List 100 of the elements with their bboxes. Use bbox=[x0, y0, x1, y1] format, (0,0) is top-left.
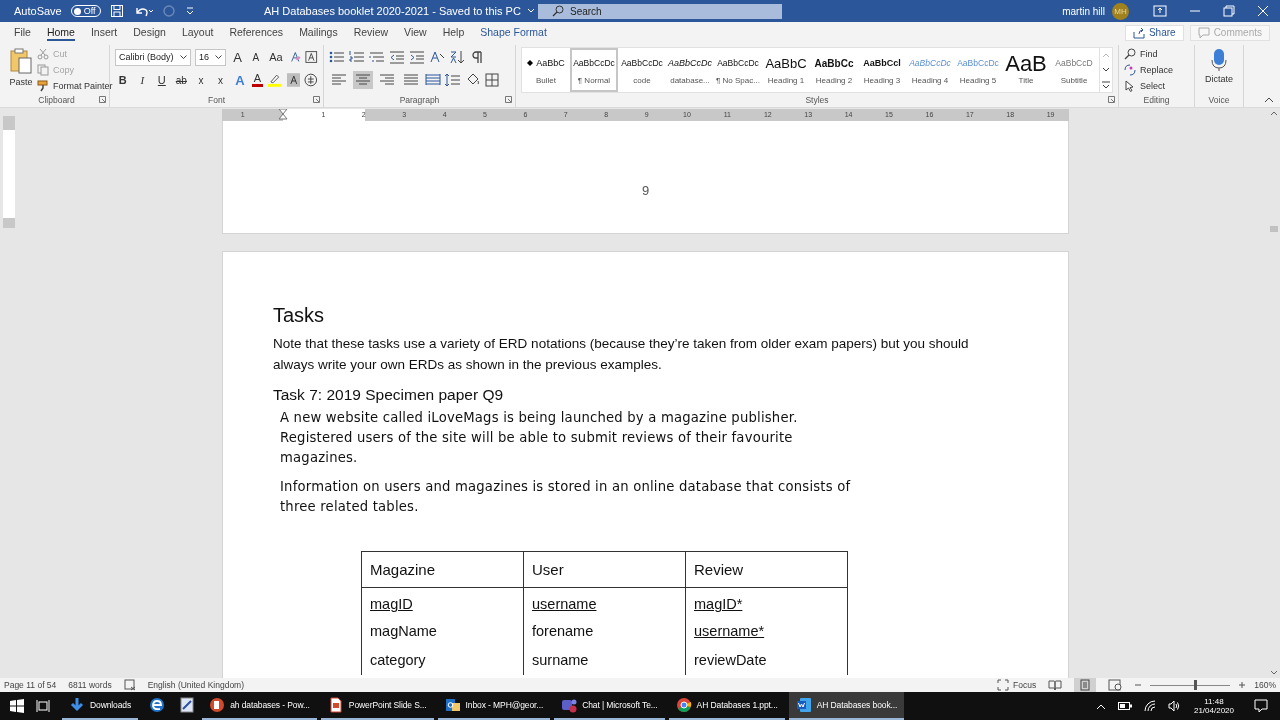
close-icon[interactable] bbox=[1257, 5, 1269, 17]
dialog-launcher-icon[interactable] bbox=[99, 96, 106, 103]
clock-time[interactable]: 11:48 bbox=[1204, 697, 1224, 706]
dictate-button[interactable]: Dictate bbox=[1200, 45, 1238, 93]
ribbon-tab[interactable]: Help bbox=[434, 22, 473, 43]
bullet-list-icon[interactable] bbox=[329, 50, 345, 64]
dialog-launcher-icon[interactable] bbox=[505, 96, 512, 103]
zoom-in-icon[interactable] bbox=[1238, 681, 1247, 689]
style-item[interactable]: AaBbCc Heading 2 bbox=[810, 48, 858, 92]
enclose-character-icon[interactable] bbox=[304, 73, 319, 87]
zoom-level[interactable]: 160% bbox=[1254, 680, 1276, 690]
focus-button[interactable]: Focus bbox=[997, 679, 1037, 691]
paint-bucket-icon[interactable] bbox=[465, 73, 481, 87]
style-item[interactable]: AaBbC Heading 1 bbox=[762, 48, 810, 92]
read-mode-icon[interactable] bbox=[1048, 679, 1063, 691]
sort-icon[interactable] bbox=[449, 50, 465, 64]
style-item[interactable]: AaBbCcDc database... bbox=[666, 48, 714, 92]
shrink-font-button[interactable]: A bbox=[248, 51, 263, 63]
font-size-field[interactable]: 16 bbox=[195, 48, 227, 66]
chevron-up-icon[interactable] bbox=[1095, 702, 1106, 710]
taskbar-button[interactable]: Downloads bbox=[62, 692, 139, 720]
battery-icon[interactable] bbox=[1117, 702, 1132, 710]
language-label[interactable]: English (United Kingdom) bbox=[147, 680, 245, 690]
ribbon-tab[interactable]: Layout bbox=[173, 22, 222, 43]
italic-button[interactable]: I bbox=[134, 74, 151, 86]
paste-button[interactable]: Paste bbox=[9, 45, 33, 93]
line-spacing-icon[interactable] bbox=[445, 73, 461, 87]
taskbar-button[interactable]: Inbox - MPH@geor... bbox=[437, 692, 551, 720]
style-item[interactable]: AaBbCcDc Heading 5 bbox=[954, 48, 1002, 92]
select-button[interactable]: Select bbox=[1124, 79, 1174, 93]
taskbar-button[interactable]: ah databases - Pow... bbox=[202, 692, 317, 720]
font-color-button[interactable]: A bbox=[251, 73, 264, 87]
dialog-launcher-icon[interactable] bbox=[313, 96, 320, 103]
print-layout-icon[interactable] bbox=[1080, 679, 1091, 691]
dialog-launcher-icon[interactable] bbox=[1108, 96, 1115, 103]
ribbon-tab[interactable]: File bbox=[6, 22, 39, 43]
taskbar-button[interactable]: AH Databases book... bbox=[788, 692, 905, 720]
collapse-ribbon-icon[interactable] bbox=[1264, 96, 1274, 104]
ribbon-tab[interactable]: Design bbox=[125, 22, 174, 43]
ribbon-tab[interactable]: Review bbox=[345, 22, 397, 43]
style-item[interactable]: AaBbCcD Subtitle bbox=[1050, 48, 1098, 92]
format-painter-button[interactable]: Format Painter bbox=[37, 79, 113, 93]
web-layout-icon[interactable] bbox=[1108, 679, 1123, 691]
text-direction-icon[interactable] bbox=[429, 50, 445, 64]
clock-date[interactable]: 21/04/2020 bbox=[1193, 706, 1234, 715]
taskbar-button[interactable]: PowerPoint Slide S... bbox=[320, 692, 434, 720]
text-effects-button[interactable]: A bbox=[232, 72, 248, 88]
page-count[interactable]: Page 11 of 54 bbox=[4, 680, 57, 690]
caret-icon[interactable] bbox=[526, 8, 535, 14]
style-item[interactable]: AaBbC Bullet bbox=[522, 48, 570, 92]
indent-marker-icon[interactable] bbox=[278, 109, 288, 123]
clear-formatting-icon[interactable] bbox=[288, 50, 302, 64]
ribbon-tab[interactable]: Insert bbox=[82, 22, 126, 43]
share-button[interactable]: Share bbox=[1124, 24, 1184, 41]
ribbon-display-icon[interactable] bbox=[1153, 5, 1167, 17]
shading-icon[interactable] bbox=[286, 73, 301, 87]
style-item[interactable]: AaBbCcl Heading 3 bbox=[858, 48, 906, 92]
ribbon-tab[interactable]: Shape Format bbox=[472, 22, 555, 43]
more-styles-icon[interactable] bbox=[1100, 78, 1112, 91]
word-count[interactable]: 6811 words bbox=[68, 680, 112, 690]
change-case-button[interactable]: Aa bbox=[267, 51, 285, 63]
windows-start-icon[interactable] bbox=[10, 699, 24, 713]
superscript-button[interactable]: x bbox=[212, 74, 229, 86]
style-item[interactable]: AaB Title bbox=[1002, 48, 1050, 92]
highlighter-icon[interactable] bbox=[267, 73, 283, 87]
strikethrough-button[interactable]: ab bbox=[173, 74, 190, 86]
pilcrow-icon[interactable] bbox=[469, 50, 485, 64]
ribbon-tab[interactable]: View bbox=[396, 22, 435, 43]
font-name-field[interactable]: Calibri (Body) bbox=[115, 48, 192, 66]
multilevel-list-icon[interactable] bbox=[369, 50, 385, 64]
text-frame-icon[interactable] bbox=[305, 50, 318, 64]
ribbon-tab[interactable]: References bbox=[221, 22, 292, 43]
style-item[interactable]: AaBbCcDc ¶ Normal bbox=[570, 48, 618, 92]
volume-icon[interactable] bbox=[1167, 700, 1180, 712]
style-item[interactable]: AaBbCcDc ¶ No Spac... bbox=[714, 48, 762, 92]
style-item[interactable]: AaBbCcDc code bbox=[618, 48, 666, 92]
wifi-icon[interactable] bbox=[1143, 700, 1156, 712]
taskbar-button[interactable]: AH Databases 1.ppt... bbox=[668, 692, 785, 720]
bold-button[interactable]: B bbox=[115, 74, 131, 86]
underline-button[interactable]: U bbox=[154, 74, 170, 86]
ribbon-tab[interactable]: Home bbox=[38, 22, 83, 43]
distributed-icon[interactable] bbox=[425, 73, 441, 87]
increase-indent-icon[interactable] bbox=[409, 50, 425, 64]
grow-font-button[interactable]: A bbox=[230, 49, 245, 65]
ribbon-tab[interactable]: Mailings bbox=[291, 22, 346, 43]
borders-icon[interactable] bbox=[485, 73, 499, 87]
proofing-icon[interactable] bbox=[123, 679, 136, 691]
search-field[interactable]: Search bbox=[538, 3, 782, 19]
restore-icon[interactable] bbox=[1223, 5, 1235, 17]
task-view-icon[interactable] bbox=[36, 699, 50, 713]
save-icon[interactable] bbox=[109, 4, 124, 18]
taskbar-button[interactable]: Chat | Microsoft Te... bbox=[554, 692, 665, 720]
replace-button[interactable]: Replace bbox=[1124, 63, 1174, 77]
decrease-indent-icon[interactable] bbox=[389, 50, 405, 64]
zoom-slider[interactable] bbox=[1194, 679, 1198, 690]
subscript-button[interactable]: x bbox=[193, 74, 209, 86]
find-button[interactable]: Find bbox=[1124, 47, 1174, 61]
scroll-thumb[interactable] bbox=[1270, 226, 1278, 232]
notifications-icon[interactable] bbox=[1254, 699, 1268, 713]
style-item[interactable]: AaBbCcDc Heading 4 bbox=[906, 48, 954, 92]
